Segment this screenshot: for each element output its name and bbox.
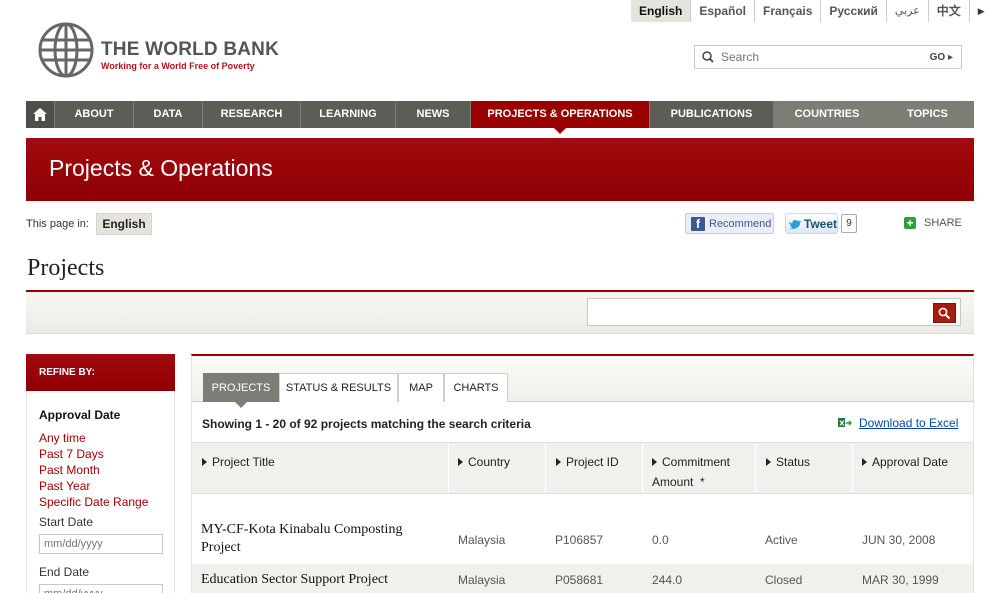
recommend-label: Recommend: [709, 217, 772, 230]
page-language-button[interactable]: English: [96, 213, 152, 235]
top-search-box: GO ▸: [694, 45, 962, 69]
filter-past-month[interactable]: Past Month: [39, 463, 100, 477]
approval-date-title: Approval Date: [39, 408, 121, 422]
sort-arrow-icon: [862, 458, 867, 466]
more-languages-icon[interactable]: ▶: [970, 6, 985, 17]
facebook-recommend-button[interactable]: f Recommend: [685, 213, 774, 234]
row-2-amount: 244.0: [652, 573, 683, 587]
lang-francais[interactable]: Français: [755, 0, 822, 22]
row-2-title-link[interactable]: Education Sector Support Project: [201, 571, 441, 589]
logo-tagline: Working for a World Free of Poverty: [101, 61, 255, 71]
row-1-project-id: P106857: [555, 533, 604, 547]
sort-arrow-icon: [202, 458, 207, 466]
col-country[interactable]: Country: [458, 443, 543, 493]
world-bank-globe-icon[interactable]: [38, 22, 94, 78]
column-divider: [448, 443, 449, 493]
lang-chinese[interactable]: 中文: [929, 0, 970, 22]
filter-any-time[interactable]: Any time: [39, 431, 86, 445]
filter-specific-date-range[interactable]: Specific Date Range: [39, 495, 148, 509]
search-icon: [938, 307, 951, 319]
row-1-amount: 0.0: [652, 533, 669, 547]
lang-arabic[interactable]: عربي: [887, 0, 929, 22]
sort-arrow-icon: [556, 458, 561, 466]
tab-status-results[interactable]: STATUS & RESULTS: [279, 373, 398, 402]
row-2-project-id: P058681: [555, 573, 604, 587]
nav-learning[interactable]: LEARNING: [301, 101, 396, 128]
row-2-status: Closed: [765, 573, 803, 587]
results-count: Showing 1 - 20 of 92 projects matching t…: [202, 417, 531, 431]
refine-heading: REFINE BY:: [26, 354, 175, 391]
nav-news[interactable]: NEWS: [396, 101, 471, 128]
nav-about[interactable]: ABOUT: [55, 101, 134, 128]
project-search-button[interactable]: [933, 303, 956, 323]
share-label: SHARE: [924, 217, 962, 229]
col-status[interactable]: Status: [766, 443, 851, 493]
lang-english[interactable]: English: [631, 0, 692, 22]
search-icon: [702, 51, 714, 63]
row-1-country: Malaysia: [458, 533, 506, 547]
project-search-input[interactable]: [587, 298, 961, 326]
nav-publications[interactable]: PUBLICATIONS: [650, 101, 774, 128]
top-search-input[interactable]: [717, 50, 922, 64]
row-2-approval-date: MAR 30, 1999: [862, 573, 939, 587]
nav-countries[interactable]: COUNTRIES: [774, 101, 881, 128]
col-project-title[interactable]: Project Title: [202, 443, 442, 493]
page-title: Projects: [27, 255, 105, 281]
tweet-label: Tweet: [803, 216, 837, 231]
share-button[interactable]: + SHARE: [904, 217, 962, 229]
nav-research[interactable]: RESEARCH: [203, 101, 301, 128]
excel-download-icon: X: [838, 418, 852, 428]
tab-projects[interactable]: PROJECTS: [203, 373, 279, 408]
logo-title[interactable]: THE WORLD BANK: [101, 39, 279, 61]
sort-arrow-icon: [458, 458, 463, 466]
download-excel-link[interactable]: X Download to Excel: [838, 416, 958, 430]
tab-map[interactable]: MAP: [398, 373, 444, 402]
row-2-country: Malaysia: [458, 573, 506, 587]
row-1-status: Active: [765, 533, 798, 547]
start-date-input[interactable]: [39, 534, 163, 554]
page-in-label: This page in:: [26, 218, 89, 230]
svg-text:X: X: [839, 420, 845, 428]
column-divider: [642, 443, 643, 493]
sort-arrow-icon: [652, 458, 657, 466]
go-button[interactable]: GO ▸: [922, 52, 961, 63]
download-excel-label: Download to Excel: [859, 416, 959, 430]
col-commitment-amount[interactable]: Commitment Amount *: [652, 443, 752, 493]
facebook-icon: f: [691, 216, 705, 231]
tab-charts[interactable]: CHARTS: [444, 373, 508, 402]
filter-past-7-days[interactable]: Past 7 Days: [39, 447, 104, 461]
language-bar: English Español Français Русский عربي 中文…: [631, 0, 985, 22]
nav-data[interactable]: DATA: [134, 101, 203, 128]
home-icon: [33, 108, 47, 121]
col-approval-date[interactable]: Approval Date: [862, 443, 972, 493]
sort-arrow-icon: [766, 458, 771, 466]
nav-topics[interactable]: TOPICS: [881, 101, 974, 128]
start-date-label: Start Date: [39, 515, 94, 529]
main-nav: ABOUT DATA RESEARCH LEARNING NEWS PROJEC…: [26, 101, 974, 134]
tweet-count: 9: [841, 214, 857, 233]
banner-title: Projects & Operations: [49, 155, 273, 181]
column-divider: [755, 443, 756, 493]
twitter-bird-icon: [789, 219, 802, 229]
lang-russian[interactable]: Русский: [821, 0, 887, 22]
column-divider: [852, 443, 853, 493]
row-1-title-link[interactable]: MY-CF-Kota Kinabalu Composting Project: [201, 521, 431, 557]
lang-espanol[interactable]: Español: [691, 0, 756, 22]
end-date-input[interactable]: [39, 584, 163, 593]
end-date-label: End Date: [39, 565, 90, 579]
column-divider: [545, 443, 546, 493]
row-1-approval-date: JUN 30, 2008: [862, 533, 936, 547]
nav-projects-operations[interactable]: PROJECTS & OPERATIONS: [471, 101, 650, 134]
filter-past-year[interactable]: Past Year: [39, 479, 90, 493]
share-plus-icon: +: [904, 217, 916, 229]
col-project-id[interactable]: Project ID: [556, 443, 641, 493]
tweet-button[interactable]: Tweet: [785, 213, 838, 234]
nav-home[interactable]: [26, 101, 55, 128]
